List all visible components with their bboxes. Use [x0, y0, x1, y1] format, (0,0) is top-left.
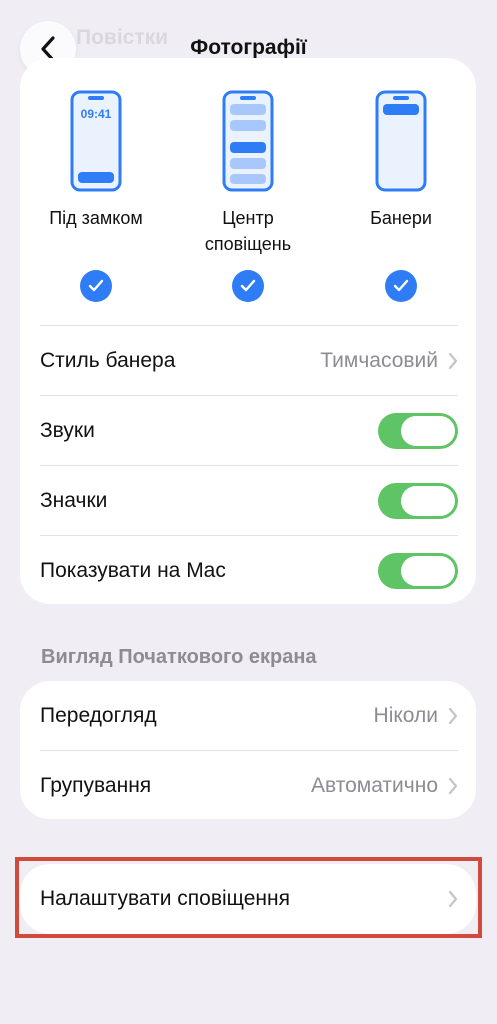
toggle-knob	[401, 485, 455, 516]
home-screen-section-header: Вигляд Початкового екрана	[41, 646, 317, 668]
home-screen-card: Передогляд Ніколи Групування Автоматично	[20, 681, 476, 819]
chevron-right-icon	[448, 777, 458, 794]
alert-style-notification-center[interactable]: Центр сповіщень	[173, 90, 323, 257]
alert-styles: 09:41 Під замком Центр сповіщень Банери	[20, 58, 476, 326]
alert-style-banners[interactable]: Банери	[326, 90, 476, 231]
lock-screen-checkbox[interactable]	[80, 270, 112, 302]
toggle-knob	[401, 415, 455, 446]
alert-style-label: Під замком	[49, 208, 143, 228]
alert-style-lock-screen[interactable]: 09:41 Під замком	[21, 90, 171, 231]
preview-label: Передогляд	[40, 704, 157, 727]
alert-style-label: Банери	[370, 208, 432, 228]
banner-style-value: Тимчасовий	[320, 348, 438, 372]
notification-center-checkbox[interactable]	[232, 270, 264, 302]
chevron-right-icon	[448, 707, 458, 725]
sounds-label: Звуки	[40, 418, 95, 442]
sounds-toggle[interactable]	[378, 412, 458, 449]
banners-checkbox[interactable]	[385, 270, 417, 302]
banner-style-row[interactable]: Стиль банера Тимчасовий	[40, 325, 458, 395]
show-on-mac-toggle[interactable]	[378, 552, 458, 589]
alert-style-label: Центр сповіщень	[204, 208, 292, 254]
notification-center-phone-icon	[222, 90, 274, 192]
lock-screen-phone-icon: 09:41	[70, 90, 122, 192]
checkmark-icon	[88, 279, 104, 292]
page-title: Фотографії	[190, 36, 307, 59]
sounds-row: Звуки	[40, 395, 458, 465]
badges-row: Значки	[40, 465, 458, 535]
grouping-value: Автоматично	[311, 773, 438, 797]
show-on-mac-row: Показувати на Mac	[40, 535, 458, 605]
grouping-label: Групування	[40, 773, 152, 797]
checkmark-icon	[393, 279, 409, 292]
badges-label: Значки	[40, 488, 108, 512]
banner-style-label: Стиль банера	[40, 348, 176, 372]
toggle-knob	[401, 555, 455, 586]
banners-phone-icon	[375, 90, 427, 192]
grouping-row[interactable]: Групування Автоматично	[40, 750, 458, 820]
preview-row[interactable]: Передогляд Ніколи	[40, 681, 458, 751]
lock-screen-time: 09:41	[81, 107, 112, 121]
highlight-frame	[15, 857, 482, 938]
show-on-mac-label: Показувати на Mac	[40, 558, 226, 582]
checkmark-icon	[240, 279, 256, 292]
preview-value: Ніколи	[373, 704, 438, 727]
badges-toggle[interactable]	[378, 482, 458, 519]
notifications-card: 09:41 Під замком Центр сповіщень Банери …	[20, 58, 476, 604]
chevron-right-icon	[448, 352, 458, 369]
